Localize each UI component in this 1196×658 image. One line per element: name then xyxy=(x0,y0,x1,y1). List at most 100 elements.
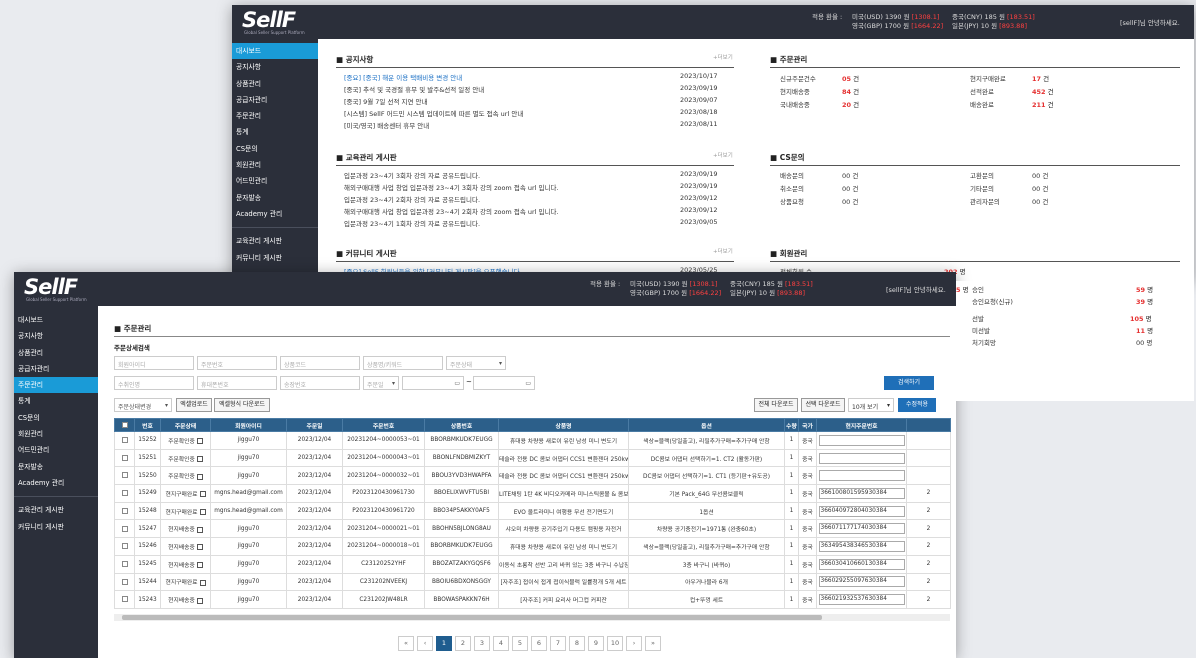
order-date-select[interactable]: 주문일 ▾ xyxy=(363,376,399,390)
row-checkbox[interactable] xyxy=(114,572,135,592)
apply-changes-button[interactable]: 수정적용 xyxy=(898,398,936,412)
sidebar-item-members[interactable]: 회원관리 xyxy=(232,157,318,173)
edit-icon[interactable] xyxy=(196,473,203,480)
edu-row[interactable]: 해외구매대행 사업 창업 입문과정 23~4기 3회차 강의 zoom 접속 u… xyxy=(344,182,559,192)
sidebar-item-admins[interactable]: 어드민관리 xyxy=(232,173,318,189)
excel-upload-button[interactable]: 엑셀업로드 xyxy=(176,398,212,412)
page-nav-button[interactable]: › xyxy=(626,636,642,651)
community-more-link[interactable]: +더보기 xyxy=(713,247,733,255)
notice-row[interactable]: [중국] 9월 7일 선적 지연 안내 xyxy=(344,96,427,106)
select-all-checkbox[interactable] xyxy=(114,418,135,432)
table-row[interactable]: 15248 현지구매완료 mgns.head@gmail.com 2023/12/04… xyxy=(114,501,951,521)
notice-row[interactable]: [시스템] SellF 어드민 시스템 업데이트에 따른 별도 접속 url 안… xyxy=(344,108,523,118)
edu-more-link[interactable]: +더보기 xyxy=(713,151,733,159)
sidebar-item-admins[interactable]: 어드민관리 xyxy=(14,442,98,458)
sidebar-item-edu-board[interactable]: 교육관리 게시판 xyxy=(14,502,98,518)
local-order-input[interactable] xyxy=(816,448,907,468)
user-greeting[interactable]: [sellF]님 안녕하세요. xyxy=(1120,17,1180,27)
sidebar-item-community[interactable]: 커뮤니티 게시판 xyxy=(232,250,318,266)
sidebar-item-dashboard[interactable]: 대시보드 xyxy=(14,312,98,328)
sidebar-item-sms[interactable]: 문자발송 xyxy=(232,190,318,206)
local-order-input[interactable]: 363495438346530384 xyxy=(816,537,907,556)
edit-icon[interactable] xyxy=(196,526,203,533)
sidebar-item-edu-board[interactable]: 교육관리 게시판 xyxy=(232,233,318,249)
user-greeting[interactable]: [sellF]님 안녕하세요. xyxy=(886,284,946,294)
notice-row[interactable]: [중국] 추석 및 국경절 휴무 및 발주&선적 일정 안내 xyxy=(344,84,484,94)
sidebar-item-stats[interactable]: 통계 xyxy=(14,393,98,409)
local-order-field[interactable]: 366100801595930384 xyxy=(818,487,905,499)
edit-icon[interactable] xyxy=(196,456,203,463)
notice-row[interactable]: [미국/영국] 배송센터 휴무 안내 xyxy=(344,120,429,130)
sidebar-item-suppliers[interactable]: 공급자관리 xyxy=(232,92,318,108)
local-order-input[interactable]: 366029255097630384 xyxy=(816,572,907,592)
sidebar-item-notice[interactable]: 공지사항 xyxy=(232,59,318,75)
page-button[interactable]: 2 xyxy=(455,636,471,651)
order-no-input[interactable]: 주문번호 xyxy=(197,356,277,370)
edu-row[interactable]: 입문과정 23~4기 2회차 강의 자료 공유드립니다. xyxy=(344,194,480,204)
tracking-input[interactable]: 송장번호 xyxy=(280,376,360,390)
table-row[interactable]: 15251 주문확인중 jiggu70 2023/12/04 20231204~0000… xyxy=(114,448,951,468)
logo[interactable]: SellF xyxy=(242,8,296,32)
excel-form-download-button[interactable]: 엑셀형식 다운로드 xyxy=(214,398,270,412)
row-checkbox[interactable] xyxy=(114,431,135,450)
edit-icon[interactable] xyxy=(199,579,206,586)
sidebar-item-dashboard[interactable]: 대시보드 xyxy=(232,43,318,60)
sidebar-item-products[interactable]: 상품관리 xyxy=(232,76,318,92)
notice-more-link[interactable]: +더보기 xyxy=(713,53,733,61)
edit-icon[interactable] xyxy=(199,509,206,516)
local-order-field[interactable]: 366021932537630384 xyxy=(818,594,905,606)
local-order-field[interactable]: 366071177174030384 xyxy=(818,523,905,535)
recipient-input[interactable]: 수취인명 xyxy=(114,376,194,390)
sidebar-item-cs[interactable]: CS문의 xyxy=(14,410,98,426)
local-order-field[interactable] xyxy=(818,470,905,482)
download-selected-button[interactable]: 선택 다운로드 xyxy=(801,398,845,412)
phone-input[interactable]: 휴대폰번호 xyxy=(197,376,277,390)
date-from-input[interactable]: ▭ xyxy=(402,376,464,390)
row-checkbox[interactable] xyxy=(114,484,135,503)
logo[interactable]: SellF xyxy=(24,275,78,299)
sidebar-item-community[interactable]: 커뮤니티 게시판 xyxy=(14,519,98,535)
edit-icon[interactable] xyxy=(196,544,203,551)
table-row[interactable]: 15243 현지배송중 jiggu70 2023/12/04 C231202JW48LR… xyxy=(114,590,951,609)
edu-row[interactable]: 입문과정 23~4기 1회차 강의 자료 공유드립니다. xyxy=(344,218,480,228)
product-code-input[interactable]: 상품코드 xyxy=(280,356,360,370)
edu-row[interactable]: 해외구매대행 사업 창업 입문과정 23~4기 2회차 강의 zoom 접속 u… xyxy=(344,206,559,216)
page-size-select[interactable]: 10개 보기 ▾ xyxy=(848,398,894,412)
table-row[interactable]: 15246 현지배송중 jiggu70 2023/12/04 20231204~0000… xyxy=(114,537,951,556)
date-to-input[interactable]: ▭ xyxy=(473,376,535,390)
row-checkbox[interactable] xyxy=(114,501,135,521)
page-nav-button[interactable]: « xyxy=(398,636,414,651)
notice-row[interactable]: [중요] [중국] 해운 이용 택배비용 변경 안내 xyxy=(344,72,462,82)
order-status-select[interactable]: 주문상태 ▾ xyxy=(446,356,506,370)
download-all-button[interactable]: 전체 다운로드 xyxy=(754,398,798,412)
sidebar-item-academy[interactable]: Academy 관리 xyxy=(14,475,98,491)
local-order-input[interactable]: 366100801595930384 xyxy=(816,484,907,503)
sidebar-item-sms[interactable]: 문자발송 xyxy=(14,459,98,475)
edit-icon[interactable] xyxy=(196,562,203,569)
local-order-input[interactable]: 366021932537630384 xyxy=(816,590,907,609)
local-order-field[interactable] xyxy=(818,452,905,464)
edit-icon[interactable] xyxy=(196,597,203,604)
local-order-field[interactable]: 366029255097630384 xyxy=(818,576,905,588)
page-nav-button[interactable]: » xyxy=(645,636,661,651)
page-button[interactable]: 7 xyxy=(550,636,566,651)
page-button[interactable]: 3 xyxy=(474,636,490,651)
local-order-input[interactable] xyxy=(816,431,907,450)
sidebar-item-notice[interactable]: 공지사항 xyxy=(14,328,98,344)
table-row[interactable]: 15245 현지배송중 jiggu70 2023/12/04 C23120252YHF B… xyxy=(114,554,951,574)
sidebar-item-products[interactable]: 상품관리 xyxy=(14,345,98,361)
search-button[interactable]: 검색하기 xyxy=(884,376,934,390)
page-button[interactable]: 1 xyxy=(436,636,452,651)
edu-row[interactable]: 입문과정 23~4기 3회차 강의 자료 공유드립니다. xyxy=(344,170,480,180)
page-button[interactable]: 9 xyxy=(588,636,604,651)
table-row[interactable]: 15250 주문확인중 jiggu70 2023/12/04 20231204~0000… xyxy=(114,466,951,486)
row-checkbox[interactable] xyxy=(114,466,135,486)
page-button[interactable]: 6 xyxy=(531,636,547,651)
local-order-field[interactable]: 366040972804030384 xyxy=(818,505,905,517)
page-button[interactable]: 5 xyxy=(512,636,528,651)
local-order-input[interactable] xyxy=(816,466,907,486)
sidebar-item-suppliers[interactable]: 공급자관리 xyxy=(14,361,98,377)
table-row[interactable]: 15249 현지구매완료 mgns.head@gmail.com 2023/12/04… xyxy=(114,484,951,503)
edit-icon[interactable] xyxy=(199,491,206,498)
table-row[interactable]: 15252 주문확인중 jiggu70 2023/12/04 20231204~0000… xyxy=(114,431,951,450)
